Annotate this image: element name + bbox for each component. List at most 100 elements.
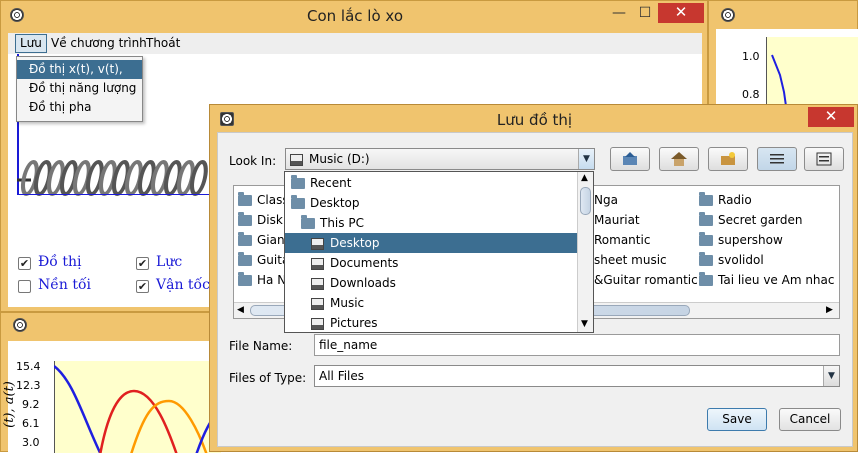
dropdown-item-desktop[interactable]: Desktop <box>285 193 577 213</box>
scroll-left-arrow[interactable]: ◀ <box>237 305 244 315</box>
file-item[interactable]: &Guitar romantic <box>594 270 698 290</box>
files-of-type-combo[interactable]: All Files ▼ <box>314 365 840 387</box>
file-item[interactable]: Mauriat <box>594 210 698 230</box>
spring <box>17 160 208 196</box>
home-button[interactable] <box>659 147 699 171</box>
file-item[interactable]: Tai lieu ve Am nhac <box>699 270 835 290</box>
java-app-icon <box>721 8 735 22</box>
file-name-input[interactable]: file_name <box>314 334 840 356</box>
series-a <box>130 399 208 453</box>
close-button[interactable]: ✕ <box>658 3 704 23</box>
up-one-level-button[interactable] <box>610 147 650 171</box>
list-view-icon <box>770 154 784 164</box>
look-in-label: Look In: <box>229 154 277 168</box>
checkbox-do-thi-box[interactable]: ✔ <box>18 257 31 270</box>
look-in-combo[interactable]: Music (D:) ▼ <box>285 148 595 170</box>
new-folder-button[interactable] <box>708 147 748 171</box>
file-column-2: Nga Mauriat Romantic sheet music &Guitar… <box>594 190 698 290</box>
folder-icon <box>699 272 713 286</box>
dropdown-item-documents[interactable]: Documents <box>285 253 577 273</box>
home-icon <box>671 152 687 166</box>
chevron-down-icon[interactable]: ▼ <box>578 149 594 169</box>
dialog-title: Lưu đồ thị <box>496 111 573 129</box>
right-chart-area: 1.0 0.8 <box>716 29 858 106</box>
bottom-chart-window: (t), a(t) 15.4 12.3 9.2 6.1 3.0 <box>0 312 221 453</box>
file-item[interactable]: Secret garden <box>699 210 835 230</box>
dialog-close-button[interactable]: ✕ <box>808 107 854 127</box>
right-curve <box>771 54 787 106</box>
popup-item-do-thi-xva[interactable]: Đồ thị x(t), v(t), a(t) <box>17 60 142 95</box>
folder-icon <box>699 212 713 226</box>
scroll-down-arrow[interactable]: ▼ <box>581 319 588 329</box>
minimize-button[interactable]: — <box>606 3 632 23</box>
bottom-chart-area: (t), a(t) 15.4 12.3 9.2 6.1 3.0 <box>2 341 221 453</box>
save-popup-menu: Đồ thị x(t), v(t), a(t) Đồ thị năng lượn… <box>16 56 143 122</box>
folder-icon <box>291 195 305 209</box>
bottom-curves <box>54 365 221 453</box>
dropdown-item-recent[interactable]: Recent <box>285 173 577 193</box>
dropdown-item-music[interactable]: Music <box>285 293 577 313</box>
menu-thoat[interactable]: Thoát <box>146 36 180 50</box>
dropdown-item-desktop-drive[interactable]: Desktop <box>285 233 577 253</box>
dropdown-scrollbar[interactable]: ▲ ▼ <box>577 172 593 332</box>
file-item[interactable]: Romantic <box>594 230 698 250</box>
folder-icon <box>301 215 315 229</box>
y-tick: 3.0 <box>22 436 40 449</box>
folder-icon <box>291 175 305 189</box>
folder-up-icon <box>623 152 637 165</box>
details-view-button[interactable] <box>804 147 844 171</box>
folder-icon <box>238 192 252 206</box>
y-tick: 15.4 <box>16 360 41 373</box>
drive-icon <box>311 297 324 310</box>
dropdown-list: Recent Desktop This PC Desktop Documents… <box>285 173 577 333</box>
list-view-button[interactable] <box>757 147 797 171</box>
details-view-icon <box>816 152 832 166</box>
y-tick: 6.1 <box>22 417 40 430</box>
file-item[interactable]: Radio <box>699 190 835 210</box>
file-item[interactable]: supershow <box>699 230 835 250</box>
file-item[interactable]: sheet music <box>594 250 698 270</box>
drive-icon <box>311 257 324 270</box>
folder-icon <box>238 272 252 286</box>
checkbox-nen-toi-label: Nền tối <box>38 277 91 293</box>
bottom-chart-ylabel: (t), a(t) <box>1 381 17 428</box>
folder-icon <box>699 232 713 246</box>
folder-icon <box>238 232 252 246</box>
popup-item-do-thi-pha[interactable]: Đồ thị pha <box>17 98 142 117</box>
menu-luu[interactable]: Lưu <box>15 34 47 53</box>
scroll-right-arrow[interactable]: ▶ <box>826 305 833 315</box>
dropdown-item-pictures[interactable]: Pictures <box>285 313 577 333</box>
drive-icon <box>290 153 303 166</box>
save-dialog: Lưu đồ thị ✕ Look In: Music (D:) ▼ Class… <box>209 104 858 452</box>
popup-item-do-thi-nang-luong[interactable]: Đồ thị năng lượng <box>17 79 142 98</box>
checkbox-van-toc-label: Vận tốc <box>156 277 210 293</box>
right-y-tick-2: 0.8 <box>742 88 760 101</box>
chevron-down-icon[interactable]: ▼ <box>823 366 839 386</box>
dropdown-item-this-pc[interactable]: This PC <box>285 213 577 233</box>
right-y-tick-1: 1.0 <box>742 50 760 63</box>
look-in-value: Music (D:) <box>309 152 370 166</box>
checkbox-nen-toi-box[interactable] <box>18 280 31 293</box>
checkbox-do-thi-label: Đồ thị <box>38 254 82 270</box>
checkbox-luc-box[interactable]: ✔ <box>136 257 149 270</box>
drive-icon <box>311 237 324 250</box>
file-item[interactable]: svolidol <box>699 250 835 270</box>
dropdown-item-downloads[interactable]: Downloads <box>285 273 577 293</box>
maximize-button[interactable]: ☐ <box>632 3 658 23</box>
right-chart-window: 1.0 0.8 <box>708 0 858 106</box>
y-tick: 12.3 <box>16 379 41 392</box>
file-column-3: Radio Secret garden supershow svolidol T… <box>699 190 835 290</box>
file-name-label: File Name: <box>229 339 293 353</box>
checkbox-van-toc-box[interactable]: ✔ <box>136 280 149 293</box>
scroll-up-arrow[interactable]: ▲ <box>581 173 588 183</box>
y-tick: 9.2 <box>22 398 40 411</box>
files-of-type-value: All Files <box>319 369 365 383</box>
file-item[interactable]: Nga <box>594 190 698 210</box>
folder-icon <box>699 252 713 266</box>
axis-line <box>17 194 227 195</box>
save-button[interactable]: Save <box>707 408 767 431</box>
folder-icon <box>238 212 252 226</box>
cancel-button[interactable]: Cancel <box>779 408 841 431</box>
menu-ve-chuong-trinh[interactable]: Về chương trình <box>51 36 147 50</box>
dropdown-scroll-thumb[interactable] <box>580 187 591 215</box>
